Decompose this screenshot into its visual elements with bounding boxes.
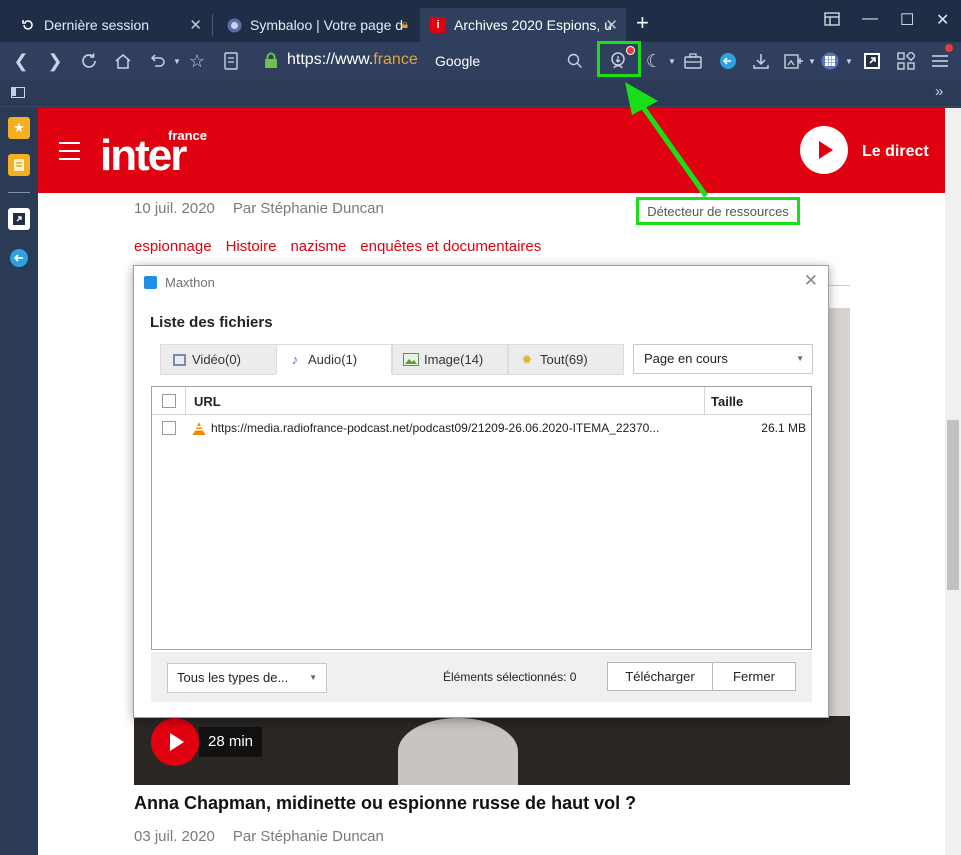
- file-url: https://media.radiofrance-podcast.net/po…: [211, 421, 660, 435]
- chevron-down-icon: ▼: [309, 673, 317, 682]
- tab-label: Image(14): [424, 352, 484, 367]
- file-checkbox[interactable]: [162, 421, 176, 435]
- file-list-dialog: Maxthon ✕ Liste des fichiers Vidéo(0) ♪ …: [133, 265, 829, 718]
- column-url[interactable]: URL: [194, 394, 221, 409]
- dialog-titlebar: Maxthon: [144, 275, 215, 290]
- image-icon: [403, 353, 419, 367]
- file-list: URL Taille https://media.radiofrance-pod…: [151, 386, 812, 650]
- select-all-checkbox[interactable]: [162, 394, 176, 408]
- tab-label: Vidéo(0): [192, 352, 241, 367]
- dialog-footer: Tous les types de... ▼ Éléments sélectio…: [151, 652, 812, 702]
- column-size[interactable]: Taille: [711, 394, 743, 409]
- scope-value: Page en cours: [644, 351, 728, 366]
- type-filter-value: Tous les types de...: [177, 670, 289, 685]
- selected-count: Éléments sélectionnés: 0: [443, 670, 577, 684]
- dialog-heading: Liste des fichiers: [150, 314, 273, 331]
- dialog-close-icon[interactable]: ✕: [804, 271, 818, 291]
- close-button[interactable]: Fermer: [712, 662, 796, 691]
- puzzle-icon: ✹: [521, 351, 533, 367]
- vlc-cone-icon: [192, 421, 206, 435]
- file-size: 26.1 MB: [761, 421, 806, 435]
- download-button[interactable]: Télécharger: [607, 662, 713, 691]
- chevron-down-icon: ▼: [796, 354, 804, 363]
- tab-all[interactable]: ✹ Tout(69): [508, 344, 624, 375]
- dialog-title: Maxthon: [165, 275, 215, 290]
- tab-audio[interactable]: ♪ Audio(1): [276, 344, 392, 375]
- tab-video[interactable]: Vidéo(0): [160, 344, 282, 375]
- tab-image[interactable]: Image(14): [392, 344, 508, 375]
- music-note-icon: ♪: [291, 352, 299, 367]
- file-row[interactable]: https://media.radiofrance-podcast.net/po…: [152, 415, 811, 441]
- tab-label: Tout(69): [540, 352, 588, 367]
- file-list-header: URL Taille: [152, 387, 811, 415]
- maxthon-logo-icon: [144, 276, 157, 289]
- type-filter-select[interactable]: Tous les types de... ▼: [167, 663, 327, 693]
- scope-select[interactable]: Page en cours ▼: [633, 344, 813, 374]
- film-icon: [171, 353, 187, 367]
- tab-label: Audio(1): [308, 352, 358, 367]
